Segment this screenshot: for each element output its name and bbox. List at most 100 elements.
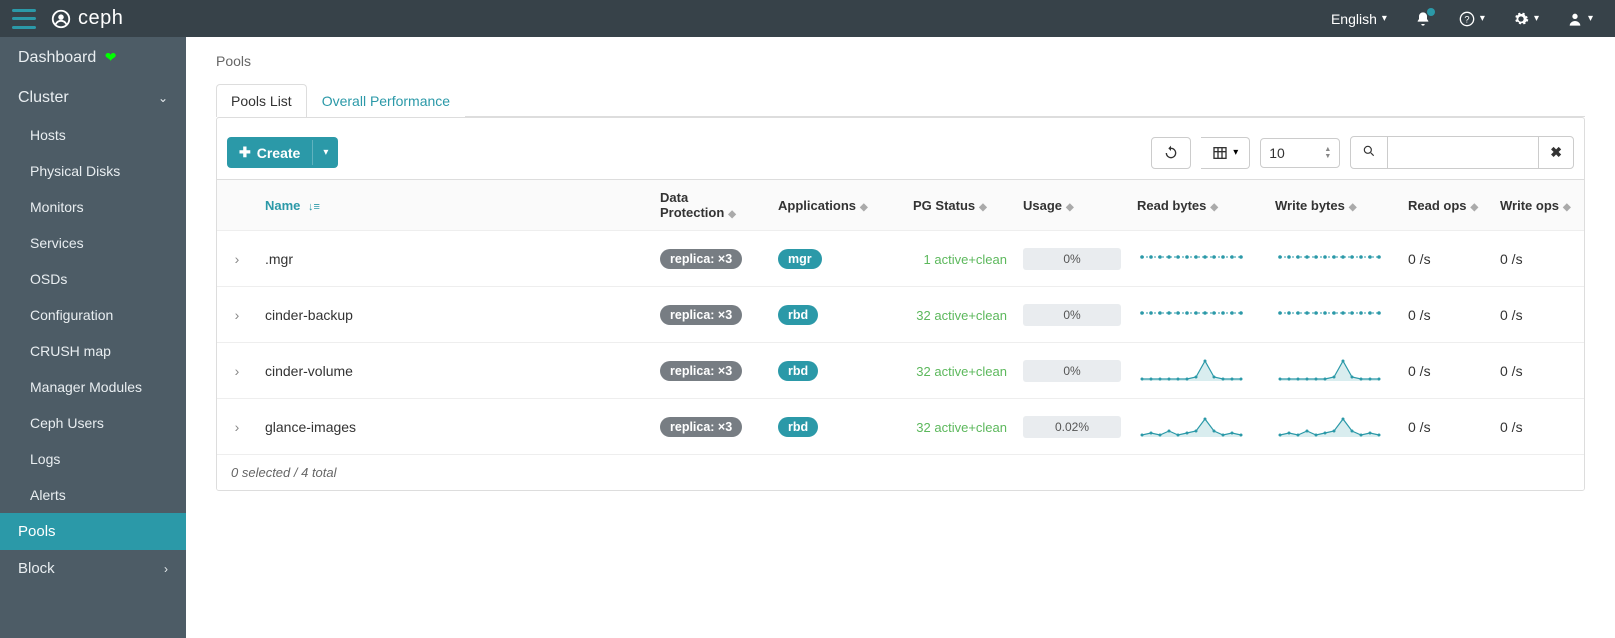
cell-read-bytes bbox=[1129, 399, 1267, 455]
user-icon bbox=[1567, 11, 1583, 27]
columns-toggle-button[interactable]: ▾ bbox=[1201, 137, 1250, 169]
caret-down-icon: ▾ bbox=[1534, 13, 1539, 24]
column-header-write-bytes[interactable]: Write bytes◆ bbox=[1267, 180, 1400, 231]
sidebar-item-physical-disks[interactable]: Physical Disks bbox=[0, 153, 186, 189]
menu-toggle-button[interactable] bbox=[12, 9, 36, 29]
sidebar-item-crush-map[interactable]: CRUSH map bbox=[0, 333, 186, 369]
gear-icon bbox=[1513, 11, 1529, 27]
table-row[interactable]: ›cinder-volumereplica: ×3rbd32 active+cl… bbox=[217, 343, 1584, 399]
search-button[interactable] bbox=[1350, 136, 1388, 169]
block-label: Block bbox=[18, 560, 55, 577]
help-menu[interactable]: ? ▾ bbox=[1459, 11, 1485, 27]
settings-menu[interactable]: ▾ bbox=[1513, 11, 1539, 27]
expand-row-button[interactable]: › bbox=[217, 343, 257, 399]
usage-bar: 0.02% bbox=[1023, 416, 1121, 438]
sidebar-item-monitors[interactable]: Monitors bbox=[0, 189, 186, 225]
notifications-button[interactable] bbox=[1415, 11, 1431, 27]
sidebar-item-hosts[interactable]: Hosts bbox=[0, 117, 186, 153]
search-input[interactable] bbox=[1388, 136, 1538, 169]
refresh-button[interactable] bbox=[1151, 137, 1191, 169]
sidebar-item-services[interactable]: Services bbox=[0, 225, 186, 261]
sidebar-item-ceph-users[interactable]: Ceph Users bbox=[0, 405, 186, 441]
cell-read-bytes bbox=[1129, 231, 1267, 287]
column-header-data-protection[interactable]: Data Protection◆ bbox=[652, 180, 770, 231]
usage-bar: 0% bbox=[1023, 360, 1121, 382]
cell-name: cinder-backup bbox=[257, 287, 652, 343]
application-badge: mgr bbox=[778, 249, 822, 269]
table-icon bbox=[1212, 145, 1228, 161]
column-header-read-ops[interactable]: Read ops◆ bbox=[1400, 180, 1492, 231]
column-header-applications[interactable]: Applications◆ bbox=[770, 180, 905, 231]
sort-ascending-icon: ↓≡ bbox=[308, 201, 320, 213]
cell-data-protection: replica: ×3 bbox=[652, 399, 770, 455]
cell-write-ops: 0 /s bbox=[1492, 399, 1584, 455]
cell-name: cinder-volume bbox=[257, 343, 652, 399]
sidebar-item-manager-modules[interactable]: Manager Modules bbox=[0, 369, 186, 405]
cell-data-protection: replica: ×3 bbox=[652, 231, 770, 287]
expand-row-button[interactable]: › bbox=[217, 399, 257, 455]
table-row[interactable]: ›cinder-backupreplica: ×3rbd32 active+cl… bbox=[217, 287, 1584, 343]
column-header-write-ops[interactable]: Write ops◆ bbox=[1492, 180, 1584, 231]
replica-badge: replica: ×3 bbox=[660, 249, 742, 269]
sidebar-item-configuration[interactable]: Configuration bbox=[0, 297, 186, 333]
chevron-right-icon: › bbox=[235, 307, 240, 323]
sidebar-item-dashboard[interactable]: Dashboard ❤ bbox=[0, 37, 186, 79]
cell-read-ops: 0 /s bbox=[1400, 287, 1492, 343]
column-expand bbox=[217, 180, 257, 231]
application-badge: rbd bbox=[778, 361, 818, 381]
sort-icon: ◆ bbox=[1066, 202, 1074, 213]
page-size-input[interactable]: 10 ▲▼ bbox=[1260, 138, 1340, 168]
table-row[interactable]: ›.mgrreplica: ×3mgr1 active+clean0%0 /s0… bbox=[217, 231, 1584, 287]
sidebar: Dashboard ❤ Cluster ⌄ HostsPhysical Disk… bbox=[0, 37, 186, 638]
plus-icon: ✚ bbox=[239, 144, 251, 161]
create-button-group: ✚ Create ▾ bbox=[227, 137, 338, 168]
column-header-usage[interactable]: Usage◆ bbox=[1015, 180, 1129, 231]
column-header-pg-status[interactable]: PG Status◆ bbox=[905, 180, 1015, 231]
sidebar-item-logs[interactable]: Logs bbox=[0, 441, 186, 477]
chevron-right-icon: › bbox=[164, 562, 168, 576]
sort-icon: ◆ bbox=[979, 202, 987, 213]
sidebar-item-block[interactable]: Block › bbox=[0, 550, 186, 587]
cell-usage: 0% bbox=[1015, 343, 1129, 399]
dashboard-label: Dashboard bbox=[18, 49, 96, 66]
cell-write-ops: 0 /s bbox=[1492, 231, 1584, 287]
column-header-read-bytes[interactable]: Read bytes◆ bbox=[1129, 180, 1267, 231]
page-size-value: 10 bbox=[1269, 145, 1285, 161]
cell-usage: 0% bbox=[1015, 231, 1129, 287]
caret-down-icon: ▾ bbox=[1233, 147, 1238, 158]
cluster-label: Cluster bbox=[18, 89, 69, 107]
search-icon bbox=[1362, 144, 1376, 158]
cell-applications: rbd bbox=[770, 343, 905, 399]
sort-icon: ◆ bbox=[1563, 202, 1571, 213]
search-clear-button[interactable]: ✖ bbox=[1538, 136, 1574, 169]
table-row[interactable]: ›glance-imagesreplica: ×3rbd32 active+cl… bbox=[217, 399, 1584, 455]
user-menu[interactable]: ▾ bbox=[1567, 11, 1593, 27]
create-button[interactable]: ✚ Create bbox=[227, 137, 312, 168]
health-status-icon: ❤ bbox=[105, 49, 117, 65]
caret-down-icon: ▾ bbox=[1588, 13, 1593, 24]
application-badge: rbd bbox=[778, 305, 818, 325]
expand-row-button[interactable]: › bbox=[217, 287, 257, 343]
tab-overall-performance[interactable]: Overall Performance bbox=[307, 84, 465, 117]
brand-text: ceph bbox=[78, 7, 123, 30]
tab-pools-list[interactable]: Pools List bbox=[216, 84, 307, 117]
sidebar-item-alerts[interactable]: Alerts bbox=[0, 477, 186, 513]
create-dropdown-toggle[interactable]: ▾ bbox=[312, 140, 338, 165]
sidebar-item-pools[interactable]: Pools bbox=[0, 513, 186, 550]
brand-logo[interactable]: ceph bbox=[50, 7, 123, 30]
cell-data-protection: replica: ×3 bbox=[652, 287, 770, 343]
language-selector[interactable]: English ▾ bbox=[1331, 11, 1387, 27]
cell-pg-status: 32 active+clean bbox=[905, 343, 1015, 399]
cell-write-bytes bbox=[1267, 231, 1400, 287]
sidebar-item-cluster[interactable]: Cluster ⌄ bbox=[0, 79, 186, 117]
cell-pg-status: 32 active+clean bbox=[905, 399, 1015, 455]
chevron-right-icon: › bbox=[235, 251, 240, 267]
sort-icon: ◆ bbox=[728, 209, 736, 220]
sidebar-item-osds[interactable]: OSDs bbox=[0, 261, 186, 297]
chevron-down-icon: ⌄ bbox=[158, 91, 168, 105]
cell-applications: mgr bbox=[770, 231, 905, 287]
column-header-name[interactable]: Name ↓≡ bbox=[257, 180, 652, 231]
notification-dot bbox=[1427, 8, 1435, 16]
sort-icon: ◆ bbox=[1471, 202, 1479, 213]
expand-row-button[interactable]: › bbox=[217, 231, 257, 287]
